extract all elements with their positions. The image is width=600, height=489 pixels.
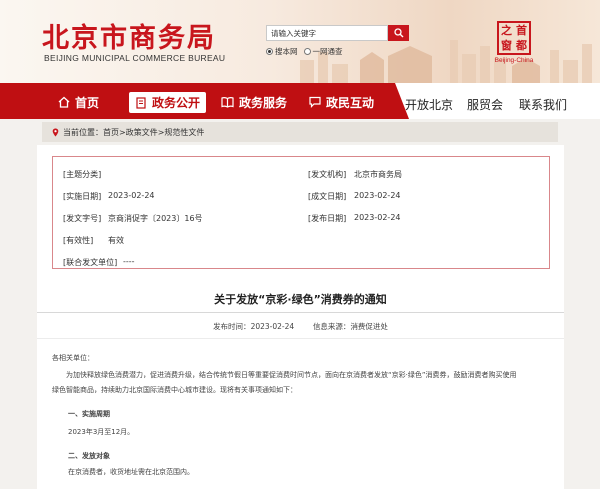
nav-item-home[interactable]: 首页 xyxy=(58,92,99,112)
meta-joint-label: [联合发文单位] xyxy=(63,258,118,267)
capital-char: 都 xyxy=(516,39,527,52)
capital-char: 首 xyxy=(516,24,527,37)
nav-item-open-beijing[interactable]: 开放北京 xyxy=(405,96,453,113)
meta-joint-value: ---- xyxy=(123,257,135,266)
meta-validity-value: 有效 xyxy=(108,236,124,245)
byline-divider xyxy=(37,338,564,339)
search-scope-options: 搜本网 一网通查 xyxy=(266,46,343,57)
article-byline: 发布时间：2023-02-24 信息来源：消费促进处 xyxy=(37,321,564,332)
nav-item-policy[interactable]: 政务公开 xyxy=(129,92,207,113)
capital-seal: 之 首 窗 都 xyxy=(497,21,531,55)
capital-char: 窗 xyxy=(501,39,512,52)
nav-item-trade-fair[interactable]: 服贸会 xyxy=(467,96,503,113)
article-intro-line2: 绿色智能商品，持续助力北京国际消费中心城市建设。现将有关事项通知如下： xyxy=(52,386,297,394)
meta-docno-value: 京商消促字〔2023〕16号 xyxy=(108,214,203,223)
search-input[interactable]: 请输入关键字 xyxy=(266,25,388,41)
publish-time-label: 发布时间： xyxy=(213,322,251,331)
title-divider xyxy=(37,312,564,313)
section1-body: 2023年3月至12月。 xyxy=(68,428,135,436)
nav-item-policy-label: 政务公开 xyxy=(152,96,201,110)
section2-body: 在京消费者，收货地址需在北京范围内。 xyxy=(68,468,194,476)
search-button[interactable] xyxy=(388,25,409,41)
meta-docno-label: [发文字号] xyxy=(63,214,102,223)
source-value: 消费促进处 xyxy=(350,322,388,331)
main-nav: 首页 政务公开 政务服务 政民互动 开放北京 服贸会 联系我们 xyxy=(0,83,600,119)
breadcrumb-prefix: 当前位置： xyxy=(63,127,103,137)
radio-search-all-label: 一网通查 xyxy=(312,47,343,56)
source-label: 信息来源： xyxy=(312,322,351,331)
location-pin-icon xyxy=(52,128,59,136)
nav-item-contact[interactable]: 联系我们 xyxy=(519,96,567,113)
site-logo-subtitle: BEIJING MUNICIPAL COMMERCE BUREAU xyxy=(44,53,226,63)
breadcrumb: 当前位置： 首页>政策文件>规范性文件 xyxy=(42,122,558,142)
breadcrumb-path[interactable]: 首页>政策文件>规范性文件 xyxy=(103,127,204,138)
nav-item-interact-label: 政民互动 xyxy=(326,95,375,110)
article-title: 关于发放“京彩·绿色”消费券的通知 xyxy=(214,293,387,306)
chat-icon xyxy=(309,96,321,108)
meta-issuer-value: 北京市商务局 xyxy=(354,170,402,179)
section2-heading: 二、发放对象 xyxy=(68,452,110,460)
search-icon xyxy=(393,28,403,38)
book-icon xyxy=(221,97,234,108)
nav-item-home-label: 首页 xyxy=(75,95,100,110)
radio-search-all[interactable]: 一网通查 xyxy=(303,46,343,57)
meta-effective-label: [实施日期] xyxy=(63,192,102,201)
radio-search-site[interactable]: 搜本网 xyxy=(266,46,298,57)
article-intro-line1: 为加快释放绿色消费潜力，促进消费升级，结合传统节假日等重要促消费时间节点，面向在… xyxy=(66,371,517,379)
capital-char: 之 xyxy=(501,24,512,37)
capital-logo[interactable]: 之 首 窗 都 Beijing-China xyxy=(494,21,534,67)
home-icon xyxy=(58,96,70,108)
content-panel: [主题分类] [发文机构] 北京市商务局 [实施日期] 2023-02-24 [… xyxy=(37,145,564,489)
capital-logo-caption: Beijing-China xyxy=(494,57,534,64)
nav-item-interact[interactable]: 政民互动 xyxy=(309,92,374,112)
document-metadata: [主题分类] [发文机构] 北京市商务局 [实施日期] 2023-02-24 [… xyxy=(52,156,550,269)
radio-search-site-label: 搜本网 xyxy=(275,47,298,56)
site-header: 北京市商务局 BEIJING MUNICIPAL COMMERCE BUREAU… xyxy=(0,0,600,83)
meta-written-label: [成文日期] xyxy=(308,192,347,201)
meta-written-value: 2023-02-24 xyxy=(354,191,401,200)
site-logo-title[interactable]: 北京市商务局 xyxy=(42,16,216,55)
radio-unchecked-icon xyxy=(303,48,311,55)
radio-checked-icon xyxy=(266,48,273,55)
meta-publish-label: [发布日期] xyxy=(308,214,347,223)
meta-category-label: [主题分类] xyxy=(63,170,102,179)
section1-heading: 一、实施周期 xyxy=(68,410,110,418)
article-salutation: 各相关单位： xyxy=(52,354,94,362)
meta-validity-label: [有效性] xyxy=(63,236,94,245)
meta-publish-value: 2023-02-24 xyxy=(354,213,401,222)
document-icon xyxy=(136,96,146,109)
nav-item-service[interactable]: 政务服务 xyxy=(221,92,287,112)
meta-effective-value: 2023-02-24 xyxy=(108,191,155,200)
meta-issuer-label: [发文机构] xyxy=(308,170,347,179)
nav-item-service-label: 政务服务 xyxy=(239,95,288,110)
publish-time-value: 2023-02-24 xyxy=(250,322,295,331)
